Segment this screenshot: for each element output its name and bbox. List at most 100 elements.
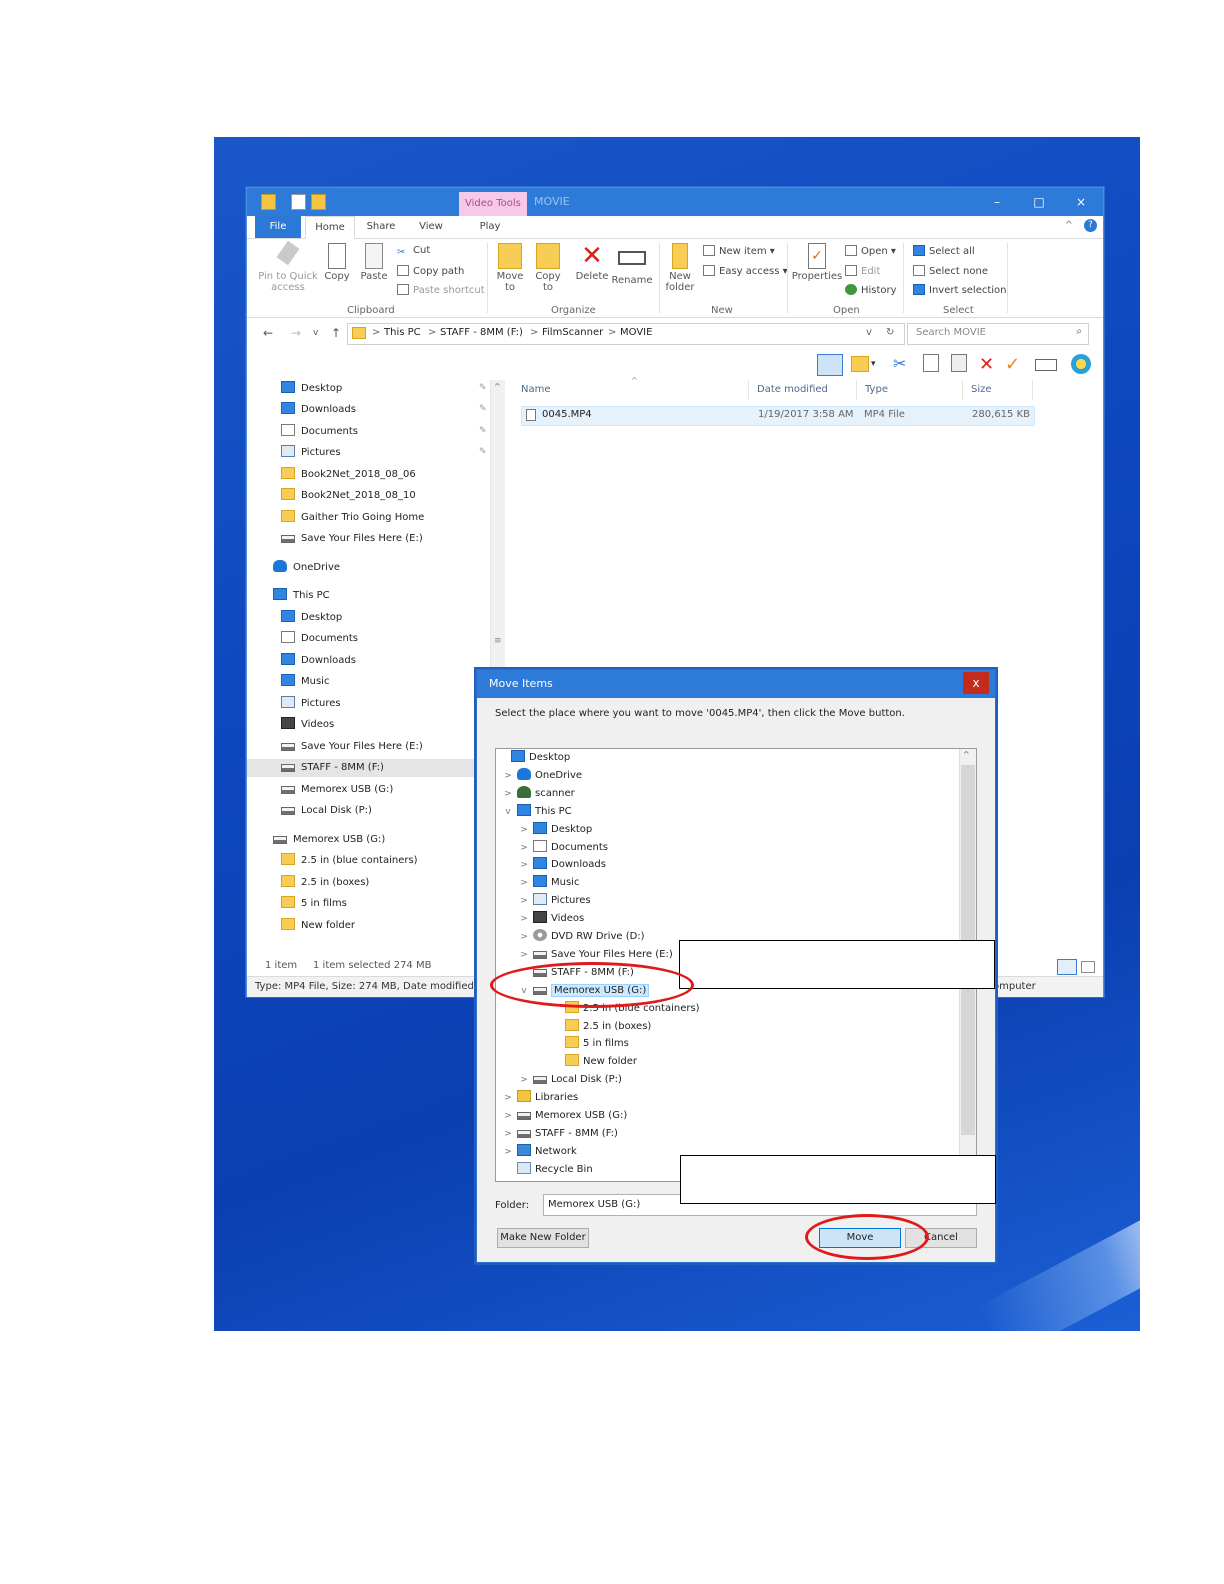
move-to-button[interactable]: Move to: [495, 243, 525, 293]
cut-toolbar-icon[interactable]: ✂: [893, 354, 913, 374]
close-button[interactable]: ×: [1061, 188, 1101, 216]
nav-item[interactable]: Desktop: [281, 609, 342, 627]
nav-item[interactable]: Downloads: [281, 401, 356, 419]
nav-item[interactable]: OneDrive: [273, 559, 340, 577]
chevron-right-icon[interactable]: >: [502, 785, 514, 803]
refresh-icon[interactable]: ↻: [886, 327, 894, 338]
tree-node[interactable]: 5 in films: [550, 1035, 629, 1053]
chevron-right-icon[interactable]: >: [518, 910, 530, 928]
path-box[interactable]: > This PC > STAFF - 8MM (F:) > FilmScann…: [347, 323, 905, 345]
breadcrumb-staff-drive[interactable]: STAFF - 8MM (F:): [440, 327, 523, 338]
tree-node[interactable]: > Local Disk (P:): [518, 1071, 622, 1089]
rename-toolbar-icon[interactable]: [1035, 359, 1057, 371]
explorer-title-bar[interactable]: Video Tools MOVIE – □ ×: [247, 188, 1103, 216]
nav-item[interactable]: Book2Net_2018_08_06: [281, 466, 416, 484]
search-input[interactable]: Search MOVIE ⌕: [907, 323, 1089, 345]
tree-node[interactable]: New folder: [550, 1053, 637, 1071]
tab-home[interactable]: Home: [305, 216, 355, 240]
pin-quick-access-button[interactable]: Pin to Quick access: [257, 240, 319, 293]
chevron-right-icon[interactable]: >: [502, 1143, 514, 1161]
tree-node[interactable]: > OneDrive: [502, 767, 582, 785]
nav-item[interactable]: Videos: [281, 716, 334, 734]
nav-item[interactable]: Downloads: [281, 652, 356, 670]
cut-button[interactable]: ✂ Cut: [397, 245, 430, 258]
history-button[interactable]: History: [845, 284, 897, 297]
tree-node[interactable]: > Pictures: [518, 892, 591, 910]
copy-toolbar-icon[interactable]: [923, 354, 939, 372]
select-none-button[interactable]: Select none: [913, 265, 988, 278]
nav-item[interactable]: 5 in films: [281, 895, 347, 913]
pin-icon[interactable]: ✎: [479, 383, 487, 393]
chevron-right-icon[interactable]: >: [502, 1125, 514, 1143]
pin-icon[interactable]: ✎: [479, 447, 487, 457]
nav-item[interactable]: Desktop: [281, 380, 342, 398]
tab-play[interactable]: Play: [469, 216, 511, 238]
nav-item[interactable]: 2.5 in (blue containers): [281, 852, 418, 870]
rename-button[interactable]: Rename: [611, 243, 653, 286]
open-button[interactable]: Open ▾: [845, 245, 896, 258]
chevron-right-icon[interactable]: >: [518, 874, 530, 892]
tree-node[interactable]: Recycle Bin: [502, 1161, 593, 1179]
nav-item[interactable]: Save Your Files Here (E:): [281, 738, 423, 756]
nav-item[interactable]: Memorex USB (G:): [273, 831, 385, 849]
tree-node[interactable]: > DVD RW Drive (D:): [518, 928, 645, 946]
nav-item[interactable]: Documents: [281, 423, 358, 441]
back-arrow-icon[interactable]: ←: [263, 326, 273, 340]
tree-node[interactable]: > Network: [502, 1143, 577, 1161]
tree-node[interactable]: > Libraries: [502, 1089, 578, 1107]
paste-shortcut-button[interactable]: Paste shortcut: [397, 284, 485, 297]
easy-access-button[interactable]: Easy access ▾: [703, 265, 788, 278]
chevron-right-icon[interactable]: >: [502, 767, 514, 785]
pin-icon[interactable]: ✎: [479, 404, 487, 414]
details-view-icon[interactable]: [1057, 959, 1077, 975]
new-folder-button[interactable]: New folder: [663, 243, 697, 293]
settings-globe-icon[interactable]: [1071, 354, 1091, 374]
delete-toolbar-icon[interactable]: ✕: [979, 354, 999, 375]
nav-item[interactable]: Music: [281, 673, 329, 691]
chevron-right-icon[interactable]: >: [518, 928, 530, 946]
copy-path-button[interactable]: Copy path: [397, 265, 464, 278]
tree-node[interactable]: > Documents: [518, 839, 608, 857]
scroll-up-arrow-icon[interactable]: ^: [494, 382, 501, 391]
chevron-right-icon[interactable]: >: [518, 821, 530, 839]
nav-item[interactable]: Pictures: [281, 444, 341, 462]
make-new-folder-button[interactable]: Make New Folder: [497, 1228, 589, 1248]
table-row[interactable]: 0045.MP4 1/19/2017 3:58 AM MP4 File 280,…: [521, 406, 1035, 426]
maximize-button[interactable]: □: [1019, 188, 1059, 216]
tab-share[interactable]: Share: [357, 216, 405, 238]
nav-item[interactable]: New folder: [281, 917, 355, 935]
breadcrumb-filmscanner[interactable]: FilmScanner: [542, 327, 603, 338]
chevron-right-icon[interactable]: >: [502, 1107, 514, 1125]
tree-node[interactable]: > Downloads: [518, 856, 606, 874]
new-item-button[interactable]: New item ▾: [703, 245, 775, 258]
tree-node[interactable]: > scanner: [502, 785, 575, 803]
tree-node[interactable]: > Memorex USB (G:): [502, 1107, 627, 1125]
nav-item[interactable]: Memorex USB (G:): [281, 781, 393, 799]
nav-item[interactable]: Save Your Files Here (E:): [281, 530, 423, 548]
dialog-title-bar[interactable]: Move Items x: [477, 670, 995, 698]
chevron-right-icon[interactable]: >: [518, 856, 530, 874]
nav-item[interactable]: 2.5 in (boxes): [281, 874, 369, 892]
up-arrow-icon[interactable]: ↑: [331, 326, 341, 340]
tree-node[interactable]: v This PC: [502, 803, 572, 821]
tab-file[interactable]: File: [255, 216, 301, 238]
breadcrumb-movie[interactable]: MOVIE: [620, 327, 652, 338]
address-dropdown-chevron-icon[interactable]: v: [866, 327, 872, 338]
nav-item[interactable]: This PC: [273, 587, 330, 605]
chevron-right-icon[interactable]: >: [502, 1089, 514, 1107]
nav-item[interactable]: Pictures: [281, 695, 341, 713]
chevron-right-icon[interactable]: >: [518, 892, 530, 910]
recent-locations-chevron-icon[interactable]: v: [313, 328, 318, 338]
nav-item[interactable]: Local Disk (P:): [281, 802, 372, 820]
nav-item[interactable]: Book2Net_2018_08_10: [281, 487, 416, 505]
properties-button[interactable]: ✓ Properties: [791, 243, 843, 282]
tree-node[interactable]: > Desktop: [518, 821, 592, 839]
nav-item[interactable]: STAFF - 8MM (F:): [247, 759, 490, 777]
tree-node[interactable]: > Videos: [518, 910, 584, 928]
tab-view[interactable]: View: [409, 216, 453, 238]
dialog-close-button[interactable]: x: [963, 672, 989, 694]
properties-toolbar-icon[interactable]: ✓: [1005, 354, 1025, 375]
copy-to-button[interactable]: Copy to: [533, 243, 563, 293]
pin-icon[interactable]: ✎: [479, 426, 487, 436]
large-icons-view-icon[interactable]: [1081, 961, 1095, 973]
